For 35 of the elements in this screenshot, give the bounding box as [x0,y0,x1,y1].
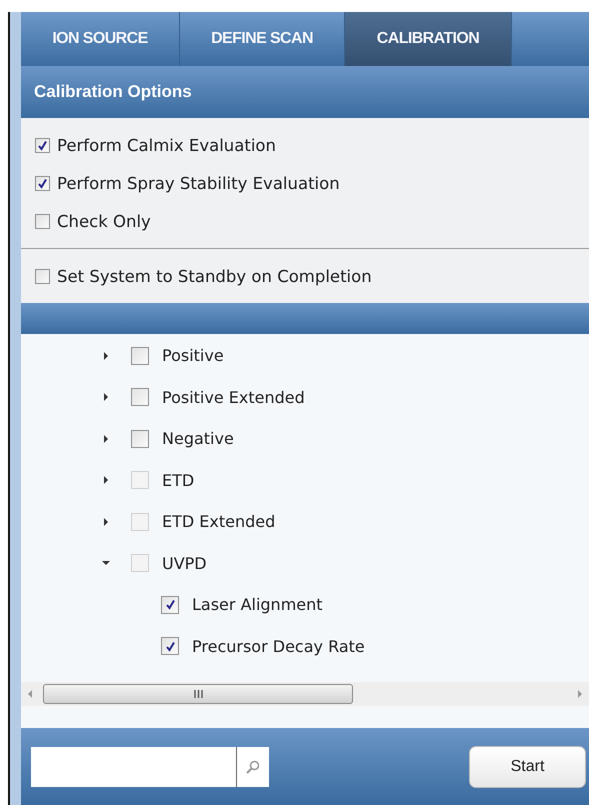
checkbox[interactable] [131,388,149,406]
checkbox[interactable] [35,214,50,228]
checkbox[interactable] [35,138,50,152]
scroll-left-icon [27,690,33,698]
search-icon [246,760,260,774]
check-icon [37,178,48,188]
checkbox[interactable] [35,268,50,284]
scrollbar-thumb[interactable] [43,684,353,704]
checkbox[interactable] [131,430,149,448]
checkbox[interactable] [131,346,149,365]
tree-item-label: Precursor Decay Rate [192,636,365,656]
check-icon [164,640,176,652]
tree-item-label: Laser Alignment [192,595,323,614]
option-label: Set System to Standby on Completion [57,266,372,286]
section-header: Calibration Options [21,66,589,118]
tree-item-label: ETD Extended [162,512,276,532]
start-button[interactable]: Start [469,746,586,788]
tree-item-label: ETD [162,470,194,490]
expand-arrow-icon[interactable] [102,352,110,360]
option-label: Perform Spray Stability Evaluation [57,174,340,192]
horizontal-scrollbar[interactable] [21,682,589,706]
option-label: Check Only [57,212,151,230]
tree-item-label: Negative [162,429,234,448]
tree-item-label: Positive Extended [162,388,305,407]
scroll-right-icon [577,690,583,698]
option-label: Perform Calmix Evaluation [57,136,276,154]
tree-item-label: Positive [162,346,224,366]
tree-item-label: UVPD [162,554,207,573]
expand-arrow-icon[interactable] [102,434,110,443]
tab[interactable]: CALIBRATION [345,12,512,66]
expand-arrow-icon[interactable] [102,393,110,402]
checkbox[interactable] [35,176,50,190]
check-icon [37,140,48,150]
check-icon [164,599,176,610]
grip-icon [194,690,202,698]
